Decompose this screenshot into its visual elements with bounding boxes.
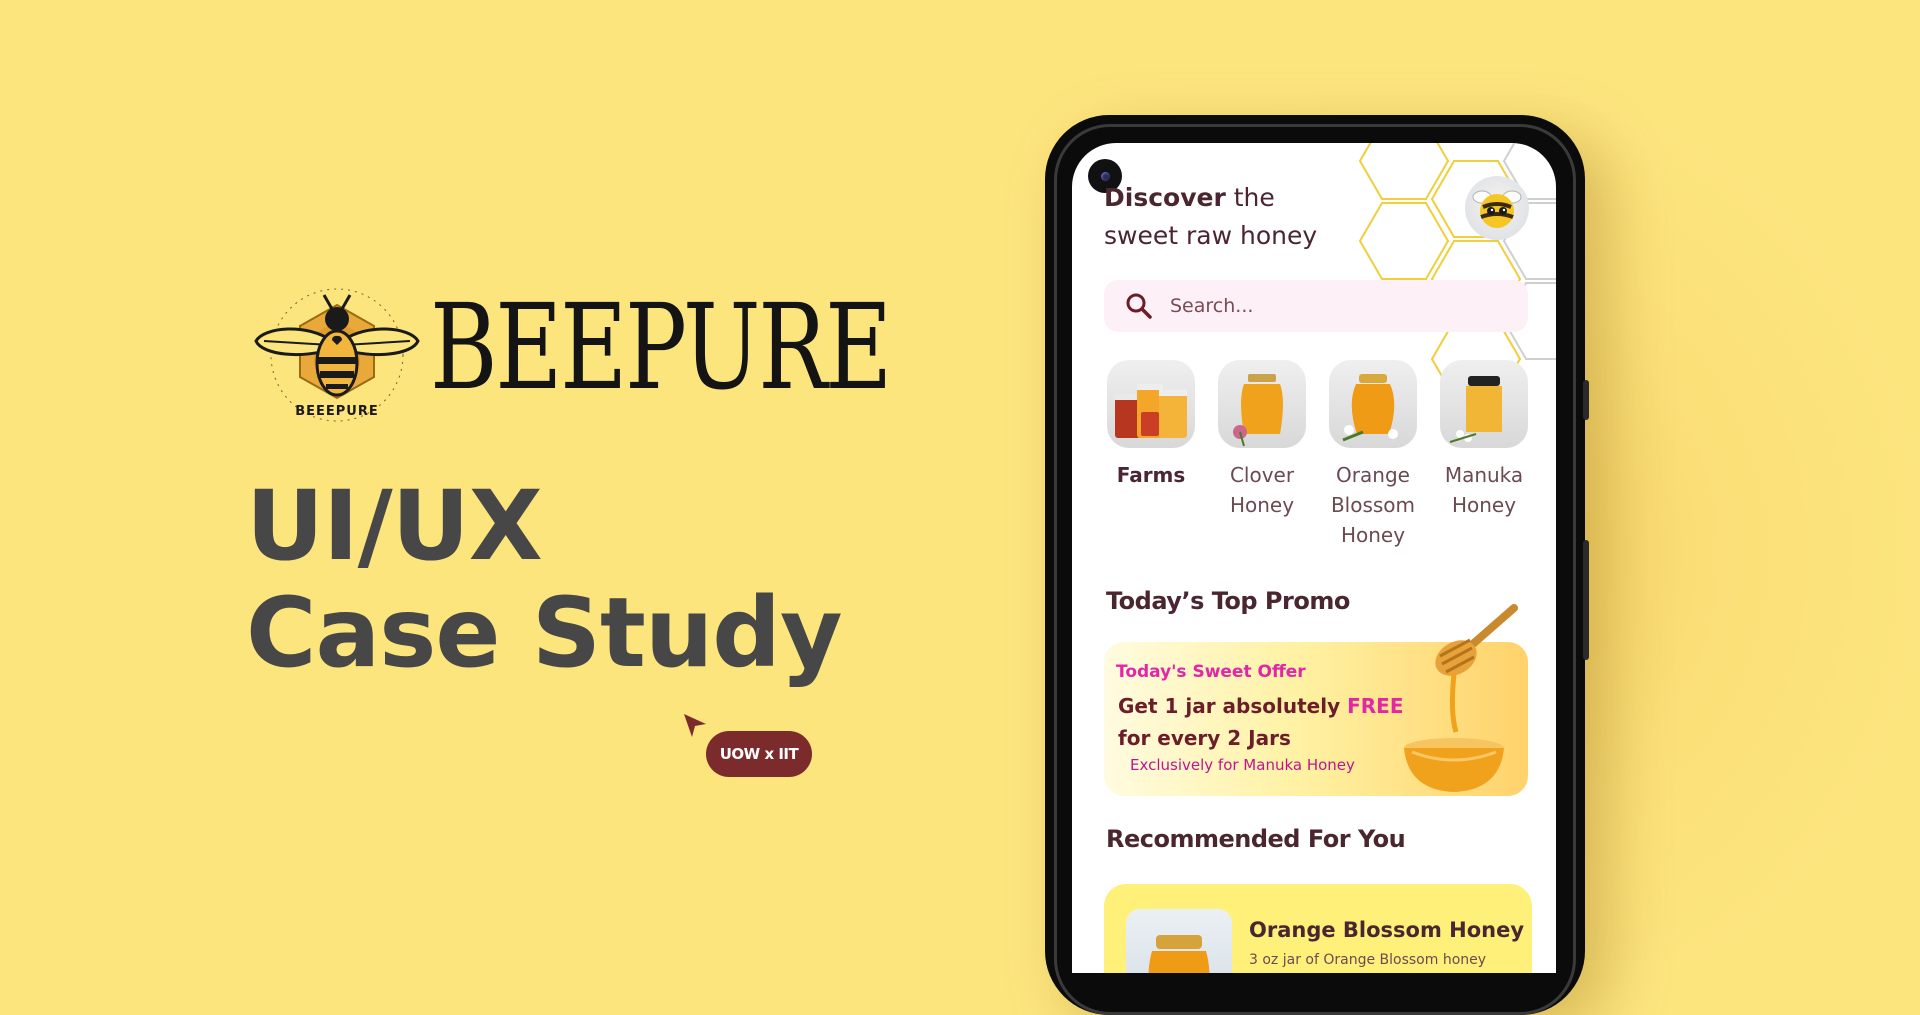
heading-rest: the	[1225, 183, 1275, 212]
category-label: Manuka Honey	[1444, 463, 1524, 517]
category-label: Clover Honey	[1229, 463, 1295, 517]
honeycomb-decoration	[1358, 143, 1556, 383]
category-label: Farms	[1116, 463, 1186, 487]
phone-volume-button	[1583, 540, 1589, 660]
category-farms[interactable]: Farms	[1096, 360, 1206, 490]
beepure-logo: BEEEPURE	[252, 283, 422, 425]
farms-image	[1107, 360, 1195, 448]
promo-line1: Get 1 jar absolutely	[1118, 694, 1348, 718]
recommended-product-image	[1126, 909, 1232, 973]
orange-blossom-honey-image	[1329, 360, 1417, 448]
cursor-pointer-icon	[684, 714, 708, 738]
category-clover-honey[interactable]: Clover Honey	[1207, 360, 1317, 520]
category-orange-blossom-honey[interactable]: Orange Blossom Honey	[1318, 360, 1428, 550]
logo-ring-text: BEEEPURE	[295, 404, 379, 419]
app-heading: Discover the sweet raw honey	[1104, 179, 1317, 255]
search-icon	[1126, 293, 1152, 319]
category-manuka-honey[interactable]: Manuka Honey	[1429, 360, 1539, 520]
heading-line2: sweet raw honey	[1104, 221, 1318, 250]
recommended-product-desc: 3 oz jar of Orange Blossom honey	[1249, 952, 1487, 968]
promo-headline: Get 1 jar absolutely FREE for every 2 Ja…	[1118, 690, 1418, 754]
promo-section-title: Today’s Top Promo	[1106, 587, 1350, 615]
honey-dipper-image	[1404, 604, 1518, 792]
profile-avatar[interactable]	[1465, 176, 1529, 240]
collaboration-tag: UOW x IIT	[706, 731, 812, 777]
bee-avatar-icon	[1472, 190, 1522, 228]
app-screen: Discover the sweet raw honey Search... F…	[1072, 143, 1556, 973]
category-label: Orange Blossom Honey	[1330, 463, 1416, 547]
brand-wordmark: BEEPURE	[430, 278, 892, 416]
promo-kicker: Today's Sweet Offer	[1116, 662, 1306, 682]
recommended-section-title: Recommended For You	[1106, 825, 1406, 853]
promo-note: Exclusively for Manuka Honey	[1130, 756, 1355, 774]
promo-line2: for every 2 Jars	[1118, 726, 1291, 750]
phone-side-button	[1583, 380, 1589, 420]
promo-banner[interactable]: Today's Sweet Offer Get 1 jar absolutely…	[1104, 604, 1528, 796]
manuka-honey-image	[1440, 360, 1528, 448]
search-bar[interactable]	[1104, 280, 1528, 332]
heading-bold: Discover	[1104, 183, 1226, 212]
clover-honey-image	[1218, 360, 1306, 448]
hero-title-line2: Case Study	[246, 577, 843, 689]
search-input[interactable]	[1168, 294, 1492, 318]
hero-title-line1: UI/UX	[246, 470, 543, 582]
recommended-product-name: Orange Blossom Honey	[1249, 918, 1525, 942]
